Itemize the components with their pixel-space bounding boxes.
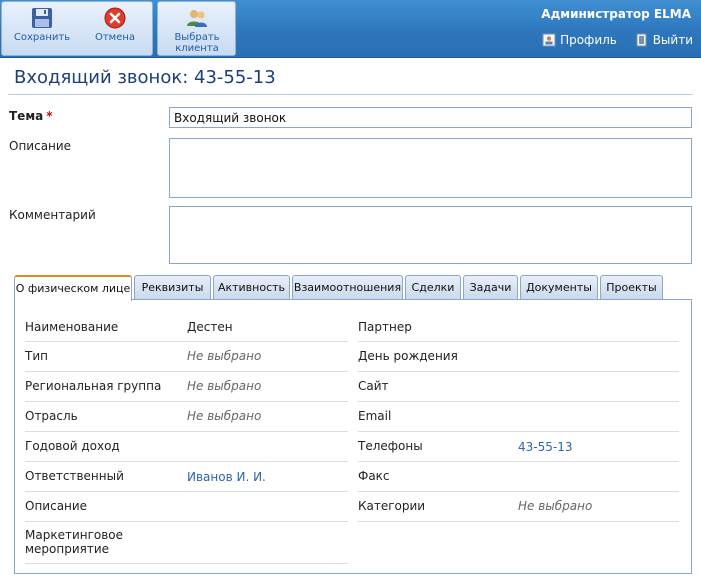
floppy-disk-icon xyxy=(32,8,52,28)
row-divider xyxy=(358,461,679,462)
logout-icon xyxy=(636,33,647,47)
users-icon xyxy=(187,10,207,27)
field-label-fax: Факс xyxy=(358,469,390,483)
subject-input[interactable] xyxy=(169,107,692,128)
row-divider xyxy=(25,341,348,342)
field-value-region: Не выбрано xyxy=(187,379,262,393)
row-divider xyxy=(25,461,348,462)
field-label-phones: Телефоны xyxy=(358,439,423,453)
field-label-email: Email xyxy=(358,409,392,423)
cancel-x-icon xyxy=(104,7,126,29)
profile-label: Профиль xyxy=(560,33,617,47)
required-marker: * xyxy=(46,109,53,123)
field-label-marketing-line2: мероприятие xyxy=(25,542,110,556)
field-label-responsible: Ответственный xyxy=(25,469,124,483)
field-label-region: Региональная группа xyxy=(25,379,162,393)
tab-activity[interactable]: Активность xyxy=(213,275,290,300)
page-title: Входящий звонок: 43-55-13 xyxy=(14,67,276,88)
cancel-button-label: Отмена xyxy=(94,32,136,43)
responsible-link[interactable]: Иванов И. И. xyxy=(187,470,266,484)
row-divider xyxy=(25,401,348,402)
row-divider xyxy=(25,563,348,564)
phone-link[interactable]: 43-55-13 xyxy=(518,440,572,454)
select-client-label-2: клиента xyxy=(175,43,219,54)
row-divider xyxy=(358,431,679,432)
field-label-birthday: День рождения xyxy=(358,349,458,363)
description-label: Описание xyxy=(9,139,72,153)
logout-label: Выйти xyxy=(652,33,693,47)
row-divider xyxy=(25,491,348,492)
save-button-label: Сохранить xyxy=(13,32,71,43)
field-value-name: Дестен xyxy=(187,320,233,334)
field-label-industry: Отрасль xyxy=(25,409,78,423)
subject-label: Тема * xyxy=(9,109,53,123)
row-divider xyxy=(358,341,679,342)
comment-label: Комментарий xyxy=(9,208,96,222)
logout-link[interactable]: Выйти xyxy=(635,33,693,47)
top-toolbar: Сохранить Отмена Выбрать клиента Админис… xyxy=(0,0,701,58)
field-value-categories: Не выбрано xyxy=(518,499,593,513)
row-divider xyxy=(358,371,679,372)
tab-requisites[interactable]: Реквизиты xyxy=(134,275,211,300)
profile-link[interactable]: Профиль xyxy=(542,33,617,47)
field-label-name: Наименование xyxy=(25,320,119,334)
cancel-button[interactable]: Отмена xyxy=(80,2,150,56)
field-value-industry: Не выбрано xyxy=(187,409,262,423)
toolbar-group-actions: Сохранить Отмена xyxy=(1,1,153,56)
header-links: Профиль Выйти xyxy=(528,33,693,50)
row-divider xyxy=(25,521,348,522)
tab-panel: Наименование Дестен Тип Не выбрано Регио… xyxy=(14,299,692,574)
select-client-button[interactable]: Выбрать клиента xyxy=(160,2,234,56)
field-label-site: Сайт xyxy=(358,379,389,393)
subject-label-text: Тема xyxy=(9,109,44,123)
row-divider xyxy=(358,521,679,522)
row-divider xyxy=(358,491,679,492)
select-client-label-1: Выбрать xyxy=(174,32,220,43)
description-textarea[interactable] xyxy=(169,138,692,198)
toolbar-group-client: Выбрать клиента xyxy=(157,1,236,56)
field-label-income: Годовой доход xyxy=(25,439,120,453)
field-label-marketing-line1: Маркетинговое xyxy=(25,528,124,542)
title-divider xyxy=(8,94,693,95)
tab-person[interactable]: О физическом лице xyxy=(14,275,132,301)
field-label-marketing: Маркетинговое мероприятие xyxy=(25,528,175,556)
profile-icon xyxy=(542,33,556,47)
comment-textarea[interactable] xyxy=(169,206,692,264)
tab-tasks[interactable]: Задачи xyxy=(463,275,518,300)
field-label-type: Тип xyxy=(25,349,48,363)
tab-documents[interactable]: Документы xyxy=(520,275,598,300)
tab-deals[interactable]: Сделки xyxy=(405,275,461,300)
tab-projects[interactable]: Проекты xyxy=(600,275,663,300)
row-divider xyxy=(358,401,679,402)
field-label-categories: Категории xyxy=(358,499,426,513)
field-value-type: Не выбрано xyxy=(187,349,262,363)
field-label-description: Описание xyxy=(25,499,88,513)
field-label-partner: Партнер xyxy=(358,320,412,334)
tab-relations[interactable]: Взаимоотношения xyxy=(292,275,403,300)
current-user: Администратор ELMA xyxy=(541,7,691,21)
row-divider xyxy=(25,431,348,432)
row-divider xyxy=(25,371,348,372)
save-button[interactable]: Сохранить xyxy=(6,2,78,56)
